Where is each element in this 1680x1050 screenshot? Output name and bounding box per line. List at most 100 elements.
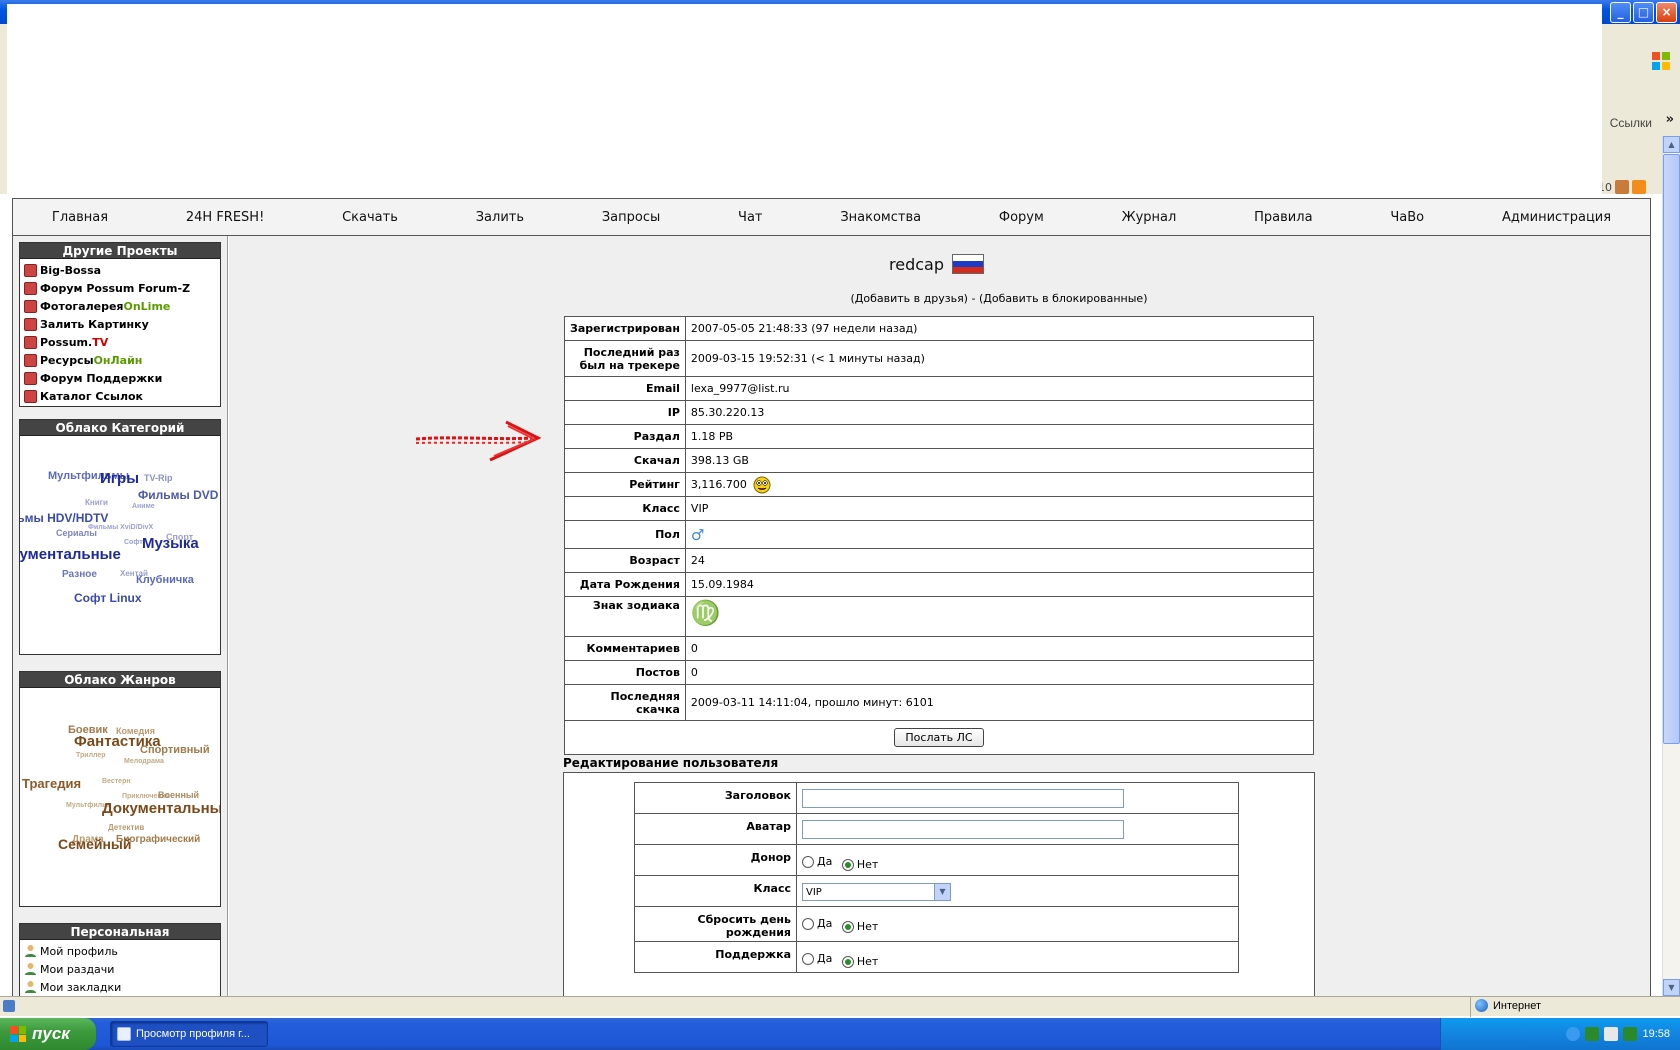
form-row: Сбросить день рождения Да Нет	[634, 906, 1239, 942]
page-icon	[3, 1000, 15, 1012]
nav-forum[interactable]: Форум	[999, 210, 1044, 225]
title-input[interactable]	[802, 789, 1124, 808]
maximize-button[interactable]: □	[1633, 2, 1654, 23]
main-content: redcap (Добавить в друзья) - (Добавить в…	[229, 236, 1651, 996]
nav-rules[interactable]: Правила	[1254, 210, 1312, 225]
avatar-input[interactable]	[802, 820, 1124, 839]
project-link[interactable]: Залить Картинку	[24, 315, 216, 333]
category-cloud-block: Облако Категорий Мультфильмы Игры TV-Rip…	[19, 419, 221, 655]
smiley-icon	[753, 476, 771, 493]
cloud-tag[interactable]: Документальные	[20, 546, 121, 563]
scrollbar-thumb[interactable]	[1663, 154, 1680, 744]
scroll-up-icon[interactable]: ▲	[1663, 136, 1680, 153]
vertical-scrollbar[interactable]: ▲ ▼	[1662, 136, 1680, 996]
start-button[interactable]: пуск	[0, 1018, 96, 1050]
browser-statusbar: Интернет	[0, 996, 1680, 1017]
support-no-radio[interactable]: Нет	[841, 955, 878, 968]
nav-chat[interactable]: Чат	[738, 210, 762, 225]
network-icon[interactable]	[1566, 1027, 1581, 1041]
nav-log[interactable]: Журнал	[1122, 210, 1177, 225]
clock[interactable]: 19:58	[1642, 1028, 1670, 1040]
cloud-tag[interactable]: Фильмы HDV/HDTV	[20, 511, 108, 525]
cloud-tag[interactable]: Военный	[158, 790, 199, 800]
book-icon	[24, 299, 37, 313]
minimize-button[interactable]: _	[1610, 2, 1631, 23]
nav-fresh[interactable]: 24H FRESH!	[186, 210, 264, 225]
book-icon	[24, 263, 37, 277]
cloud-tag[interactable]: Фильмы XviD/DivX	[88, 524, 153, 531]
cloud-tag[interactable]: Фильмы DVD	[138, 488, 218, 502]
book-icon	[24, 371, 37, 385]
cloud-tag[interactable]: Клубничка	[136, 574, 194, 586]
cloud-tag[interactable]: Разное	[62, 569, 97, 580]
cloud-tag[interactable]: Софт	[124, 539, 143, 546]
project-link[interactable]: Big-Bossa	[24, 261, 216, 279]
nav-dating[interactable]: Знакомства	[840, 210, 921, 225]
cloud-tag[interactable]: Мелодрама	[124, 758, 164, 765]
project-link[interactable]: Possum. TV	[24, 333, 216, 351]
table-row: Комментариев 0	[564, 636, 1315, 661]
user-icon[interactable]	[1615, 180, 1629, 194]
taskbar-window-button[interactable]: Просмотр профиля г...	[110, 1021, 268, 1047]
utorrent-icon[interactable]	[1585, 1027, 1600, 1041]
table-row: Раздал 1.18 PB	[564, 424, 1315, 449]
nav-home[interactable]: Главная	[52, 210, 108, 225]
cloud-tag[interactable]: Аниме	[132, 503, 155, 510]
add-blocked-link[interactable]: (Добавить в блокированные)	[979, 292, 1148, 305]
table-row: Рейтинг 3,116.700	[564, 472, 1315, 497]
system-tray: 19:58	[1440, 1018, 1680, 1050]
links-label[interactable]: Ссылки	[1610, 116, 1652, 130]
user-icon	[25, 981, 36, 993]
cloud-tag[interactable]: Сериалы	[56, 528, 97, 538]
personal-link[interactable]: Мой профиль	[24, 942, 216, 960]
table-row: Возраст 24	[564, 548, 1315, 573]
nav-requests[interactable]: Запросы	[602, 210, 660, 225]
form-row: Донор Да Нет	[634, 844, 1239, 876]
cloud-tag[interactable]: Семейный	[58, 836, 131, 852]
personal-link[interactable]: Мои раздачи	[24, 960, 216, 978]
nav-admin[interactable]: Администрация	[1502, 210, 1611, 225]
donor-no-radio[interactable]: Нет	[841, 858, 878, 871]
donor-yes-radio[interactable]: Да	[802, 855, 832, 868]
cloud-tag[interactable]: Игры	[100, 470, 139, 487]
nav-upload[interactable]: Залить	[476, 210, 524, 225]
close-button[interactable]: ×	[1656, 2, 1677, 23]
table-row: Зарегистрирован 2007-05-05 21:48:33 (97 н…	[564, 316, 1315, 341]
project-link[interactable]: Каталог Ссылок	[24, 387, 216, 405]
project-link[interactable]: Форум Поддержки	[24, 369, 216, 387]
cloud-tag[interactable]: Спортивный	[140, 744, 210, 756]
monitor-icon[interactable]	[1604, 1027, 1619, 1041]
cloud-tag[interactable]: Документальный	[102, 800, 220, 817]
nav-faq[interactable]: ЧаВо	[1390, 210, 1424, 225]
cloud-tag[interactable]: Софт Linux	[74, 591, 142, 605]
support-yes-radio[interactable]: Да	[802, 952, 832, 965]
edit-user-form: Заголовок Аватар Донор Да Нет Класс VIP ▼…	[634, 782, 1239, 973]
scroll-down-icon[interactable]: ▼	[1663, 979, 1680, 996]
cloud-tag[interactable]: Трагедия	[22, 776, 81, 791]
cloud-tag[interactable]: Триллер	[76, 752, 106, 759]
nav-download[interactable]: Скачать	[342, 210, 398, 225]
cloud-tag[interactable]: Музыка	[142, 535, 199, 552]
personal-link[interactable]: Мои закладки	[24, 978, 216, 996]
chevron-down-icon[interactable]: ▼	[934, 884, 950, 900]
project-link[interactable]: Форум Possum Forum-Z	[24, 279, 216, 297]
rss-icon[interactable]	[1632, 180, 1646, 194]
globe-icon	[1475, 999, 1488, 1012]
project-link[interactable]: Фотогалерея OnLime	[24, 297, 216, 315]
cloud-tag[interactable]: Вестерн	[102, 778, 131, 785]
cloud-tag[interactable]: TV-Rip	[144, 473, 173, 483]
project-link[interactable]: Ресурсы ОнЛайн	[24, 351, 216, 369]
class-select[interactable]: VIP ▼	[802, 883, 951, 901]
cloud-tag[interactable]: Детектив	[108, 823, 144, 832]
add-friend-link[interactable]: (Добавить в друзья)	[851, 292, 968, 305]
cloud-tag[interactable]: Книги	[85, 498, 108, 507]
edit-user-title: Редактирование пользователя	[563, 756, 779, 770]
reset-bday-yes-radio[interactable]: Да	[802, 917, 832, 930]
email-link[interactable]: lexa_9977@list.ru	[684, 376, 1315, 401]
send-pm-button[interactable]: Послать ЛС	[894, 728, 984, 747]
red-arrow-annotation	[415, 420, 542, 462]
profile-info-table: Зарегистрирован 2007-05-05 21:48:33 (97 н…	[564, 316, 1315, 755]
chevron-right-icon[interactable]: »	[1666, 112, 1674, 127]
reset-bday-no-radio[interactable]: Нет	[841, 920, 878, 933]
app-tray-icon[interactable]	[1623, 1027, 1638, 1041]
